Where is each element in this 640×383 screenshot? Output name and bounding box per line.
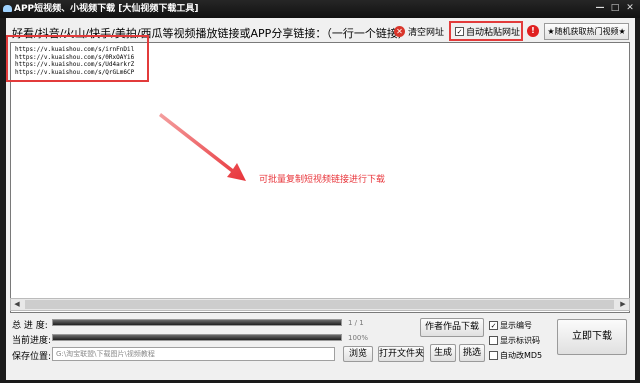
download-now-button[interactable]: 立即下载: [557, 319, 627, 355]
open-folder-button[interactable]: 打开文件夹: [378, 346, 424, 362]
minimize-button[interactable]: —: [594, 2, 606, 14]
current-progress-text: 100%: [348, 334, 369, 342]
current-progress-label: 当前进度:: [12, 336, 52, 346]
auto-paste-label: 自动粘贴网址: [466, 27, 521, 38]
total-progress-label: 总 进 度:: [12, 321, 48, 331]
show-id-code-checkbox[interactable]: [489, 336, 498, 345]
scroll-left-icon[interactable]: ◀: [11, 299, 23, 310]
random-hot-video-button[interactable]: ★随机获取热门视频★: [544, 23, 629, 40]
clear-urls-button[interactable]: ✕ 清空网址: [394, 25, 444, 38]
info-badge-icon: !: [527, 25, 539, 37]
generate-button[interactable]: 生成: [430, 344, 456, 362]
title-bar: APP短视频、小视频下载 [大仙视频下载工具] — □ ✕: [0, 0, 640, 18]
scroll-right-icon[interactable]: ▶: [617, 299, 629, 310]
auto-paste-checkbox[interactable]: ✓ 自动粘贴网址: [449, 21, 523, 41]
total-progress-bar: [52, 319, 342, 326]
pick-button[interactable]: 挑选: [459, 344, 485, 362]
app-icon: [3, 5, 12, 12]
batch-download-annotation: 可批量复制短视频链接进行下载: [259, 175, 386, 185]
clear-urls-label: 清空网址: [408, 28, 445, 38]
option-show-number[interactable]: ✓ 显示编号: [489, 320, 532, 331]
save-location-label: 保存位置:: [12, 352, 52, 362]
auto-md5-checkbox[interactable]: [489, 351, 498, 360]
link-highlight-box: [6, 35, 149, 82]
auto-md5-label: 自动改MD5: [500, 351, 543, 360]
author-works-download-button[interactable]: 作者作品下载: [420, 318, 484, 337]
save-path-input[interactable]: G:\淘宝联盟\下载图片\视频教程: [52, 347, 335, 361]
auto-paste-check-icon[interactable]: ✓: [455, 26, 464, 36]
option-auto-md5[interactable]: 自动改MD5: [489, 350, 542, 361]
window-controls: — □ ✕: [594, 2, 636, 14]
show-id-code-label: 显示标识码: [500, 336, 540, 345]
show-number-checkbox[interactable]: ✓: [489, 321, 498, 330]
current-progress-fill: [53, 335, 341, 340]
clear-icon: ✕: [394, 26, 405, 37]
horizontal-scrollbar[interactable]: ◀ ▶: [10, 298, 630, 311]
maximize-button[interactable]: □: [609, 2, 621, 14]
window-title: APP短视频、小视频下载 [大仙视频下载工具]: [14, 4, 199, 14]
total-progress-text: 1 / 1: [348, 319, 364, 327]
total-progress-fill: [53, 320, 341, 325]
option-show-id-code[interactable]: 显示标识码: [489, 335, 540, 346]
close-button[interactable]: ✕: [624, 2, 636, 14]
current-progress-bar: [52, 334, 342, 341]
main-window: 好看/抖音/火山/快手/美拍/西瓜等视频播放链接或APP分享链接：（一行一个链接…: [6, 18, 635, 380]
scroll-thumb[interactable]: [25, 300, 614, 309]
browse-button[interactable]: 浏览: [343, 346, 373, 362]
show-number-label: 显示编号: [500, 321, 532, 330]
